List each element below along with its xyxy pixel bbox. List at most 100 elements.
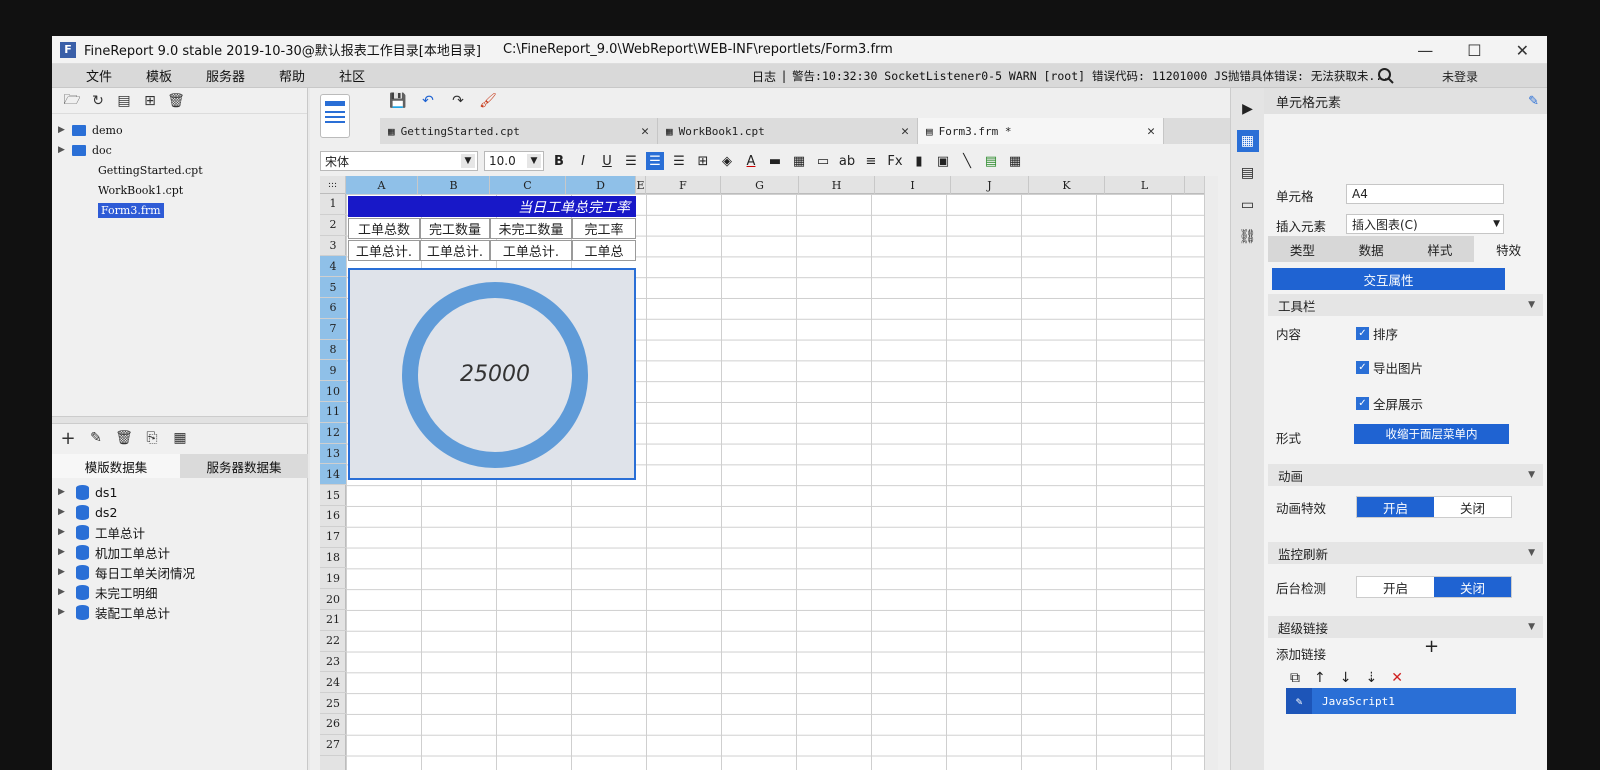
undo-icon[interactable]: ↶ (420, 93, 436, 109)
dataset-item[interactable]: ▶ 工单总计 (52, 522, 308, 542)
tab-effects[interactable]: 特效 (1474, 236, 1543, 262)
hyperlink-section[interactable]: 超级链接 ▼ (1268, 616, 1543, 638)
tab-workbook1[interactable]: ▦ WorkBook1.cpt ✕ (658, 118, 918, 144)
row-header[interactable]: 1 (320, 194, 346, 215)
toolbar-section[interactable]: 工具栏 ▼ (1268, 294, 1543, 316)
text-field-icon[interactable]: ab (838, 152, 856, 170)
tab-type[interactable]: 类型 (1268, 236, 1337, 262)
sub-report-icon[interactable]: ▤ (982, 152, 1000, 170)
row-header[interactable]: 13 (320, 443, 346, 465)
dataset-item[interactable]: ▶ 装配工单总计 (52, 602, 308, 622)
expand-icon[interactable]: ▶ (58, 125, 72, 135)
tab-server-dataset[interactable]: 服务器数据集 (180, 454, 308, 478)
expand-icon[interactable]: ▶ (58, 145, 72, 155)
link-icon[interactable]: ⛓ (1237, 226, 1259, 248)
close-icon[interactable]: ✕ (641, 124, 649, 139)
data-cell[interactable]: 工单总计. (348, 240, 420, 261)
menu-help[interactable]: 帮助 (279, 66, 305, 85)
row-header[interactable]: 16 (320, 506, 346, 527)
delete-icon[interactable]: 🗑 (167, 93, 185, 109)
row-header[interactable]: 15 (320, 485, 346, 506)
link-item[interactable]: ✎ JavaScript1 (1286, 688, 1516, 714)
login-link[interactable]: 未登录 (1442, 68, 1478, 85)
menu-server[interactable]: 服务器 (206, 66, 245, 85)
log-button[interactable]: 日志 (752, 68, 776, 85)
tree-file-form3[interactable]: Form3.frm (58, 200, 307, 220)
export-image-checkbox[interactable]: ✓ 导出图片 (1356, 358, 1423, 377)
column-header[interactable]: D (566, 176, 636, 194)
column-header[interactable]: A (346, 176, 418, 194)
column-header[interactable]: B (418, 176, 490, 194)
chart-cell-a4[interactable]: 25000 (348, 268, 636, 480)
minimize-button[interactable]: — (1417, 41, 1433, 60)
delete-icon[interactable]: 🗑 (115, 430, 133, 446)
row-header[interactable]: 14 (320, 464, 346, 486)
edit-icon[interactable]: ✎ (1528, 94, 1539, 109)
dataset-item[interactable]: ▶ ds2 (52, 502, 308, 522)
tree-folder-demo[interactable]: ▶ demo (58, 120, 307, 140)
row-header[interactable]: 24 (320, 672, 346, 694)
column-header[interactable]: J (951, 176, 1029, 194)
sort-icon[interactable]: ⇣ (1365, 670, 1377, 686)
fullscreen-checkbox[interactable]: ✓ 全屏展示 (1356, 394, 1423, 413)
animation-toggle[interactable]: 开启 关闭 (1356, 496, 1512, 518)
copy-icon[interactable]: ⧉ (1290, 670, 1300, 686)
properties-icon[interactable]: ▤ (116, 93, 132, 109)
spreadsheet-grid[interactable]: ::: A B C D E F G H I J K L 1 2 3 4 5 6 7 8 9 10 1… (320, 176, 1218, 770)
form-type-icon[interactable] (320, 94, 350, 138)
column-header[interactable]: L (1105, 176, 1185, 194)
animation-off-button[interactable]: 关闭 (1434, 497, 1511, 517)
panel-splitter[interactable] (52, 416, 308, 424)
formula-icon[interactable]: Fx (886, 152, 904, 170)
row-header[interactable]: 7 (320, 318, 346, 340)
tree-file-workbook1[interactable]: WorkBook1.cpt (58, 180, 307, 200)
insert-text-icon[interactable]: ▭ (814, 152, 832, 170)
menu-community[interactable]: 社区 (339, 66, 365, 85)
bold-button[interactable]: B (550, 152, 568, 170)
add-link-button[interactable]: + (1424, 636, 1439, 657)
add-icon[interactable]: + (60, 428, 76, 449)
row-header[interactable]: 19 (320, 568, 346, 590)
row-header[interactable]: 27 (320, 735, 346, 756)
row-header[interactable]: 23 (320, 652, 346, 673)
widget-icon[interactable]: ▭ (1237, 194, 1259, 216)
edit-icon[interactable]: ✎ (88, 430, 104, 446)
remove-icon[interactable]: ✕ (1391, 670, 1403, 686)
font-color-icon[interactable]: A (742, 152, 760, 170)
data-cell[interactable]: 工单总计. (420, 240, 490, 261)
dataset-item[interactable]: ▶ 未完工明细 (52, 582, 308, 602)
header-cell[interactable]: 未完工数量 (490, 218, 572, 239)
align-center-icon[interactable]: ☰ (646, 152, 664, 170)
save-icon[interactable]: 💾 (389, 93, 406, 109)
tab-gettingstarted[interactable]: ▦ GettingStarted.cpt ✕ (380, 118, 658, 144)
align-right-icon[interactable]: ☰ (670, 152, 688, 170)
column-header[interactable]: F (646, 176, 721, 194)
maximize-button[interactable]: ☐ (1467, 41, 1481, 60)
row-header[interactable]: 9 (320, 360, 346, 382)
column-header[interactable]: I (875, 176, 951, 194)
align-left-icon[interactable]: ☰ (622, 152, 640, 170)
sort-checkbox[interactable]: ✓ 排序 (1356, 324, 1398, 343)
select-all-corner[interactable]: ::: (320, 176, 346, 194)
cell-element-icon[interactable]: ▦ (1236, 130, 1259, 152)
collapse-arrow-icon[interactable]: ▶ (1237, 98, 1259, 120)
pencil-icon[interactable]: ✎ (1286, 688, 1312, 714)
column-header[interactable]: K (1029, 176, 1105, 194)
tab-form3[interactable]: ▤ Form3.frm * ✕ (918, 118, 1164, 144)
split-cell-icon[interactable]: ▦ (790, 152, 808, 170)
italic-button[interactable]: I (574, 152, 592, 170)
header-cell[interactable]: 完工率 (572, 218, 636, 239)
row-header[interactable]: 17 (320, 527, 346, 548)
tab-template-dataset[interactable]: 模版数据集 (52, 454, 180, 478)
row-header[interactable]: 18 (320, 548, 346, 569)
menu-template[interactable]: 模板 (146, 66, 172, 85)
column-header[interactable]: C (490, 176, 566, 194)
backend-on-button[interactable]: 开启 (1357, 577, 1434, 597)
data-cell[interactable]: 工单总 (572, 240, 636, 261)
row-header[interactable]: 20 (320, 589, 346, 610)
close-icon[interactable]: ✕ (1147, 124, 1155, 139)
row-header[interactable]: 5 (320, 277, 346, 298)
row-header[interactable]: 4 (320, 256, 346, 278)
brush-icon[interactable]: 🖌 (479, 93, 497, 109)
row-header[interactable]: 12 (320, 422, 346, 444)
